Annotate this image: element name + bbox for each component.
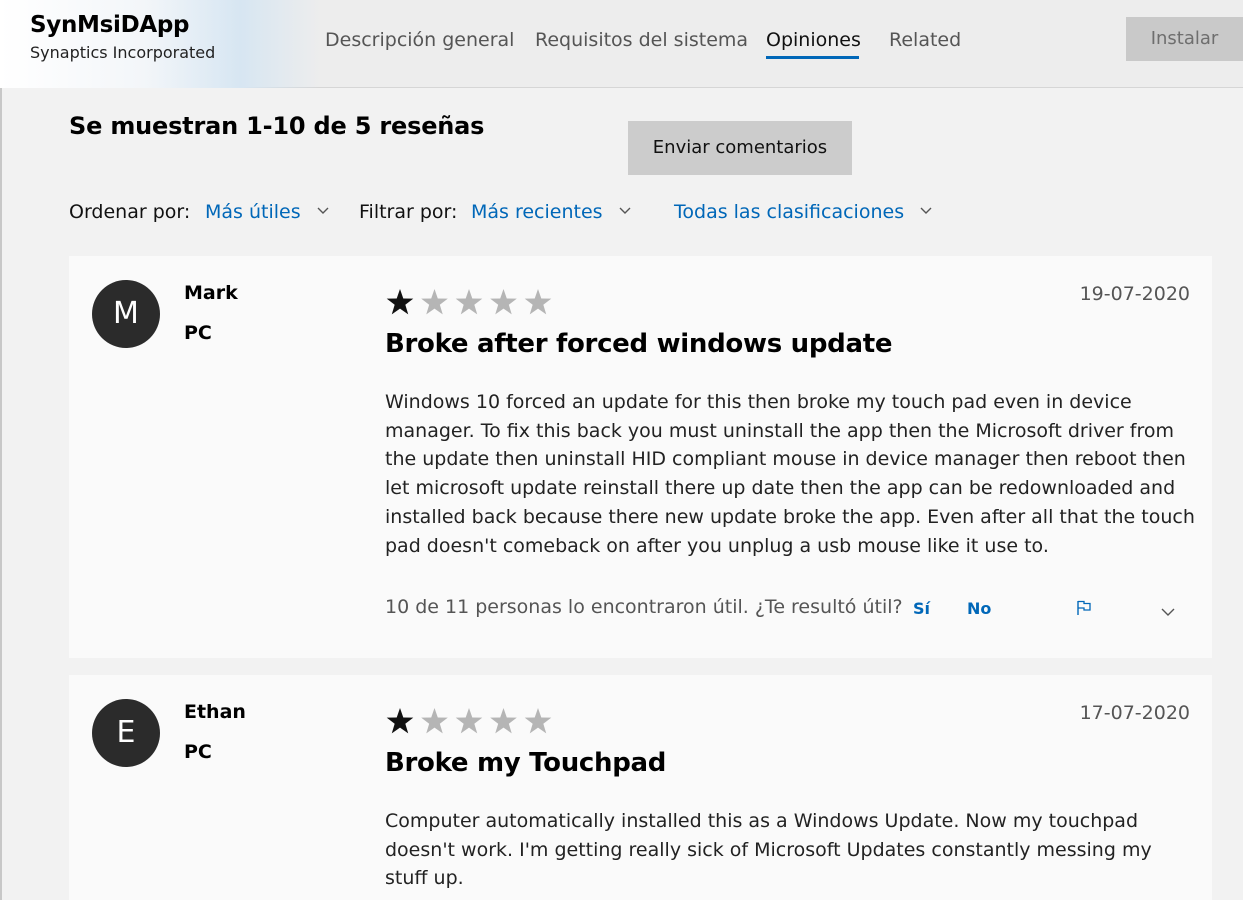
star-filled-icon xyxy=(386,289,414,315)
vote-no-button[interactable]: No xyxy=(967,599,991,618)
star-empty-icon xyxy=(490,289,517,315)
star-rating xyxy=(385,706,553,736)
star-empty-icon xyxy=(455,708,483,734)
tab-related[interactable]: Related xyxy=(889,29,961,51)
review-body: Computer automatically installed this as… xyxy=(385,810,1152,890)
install-button[interactable]: Instalar xyxy=(1126,17,1243,61)
chevron-down-icon xyxy=(619,207,631,215)
tab-overview[interactable]: Descripción general xyxy=(325,29,514,51)
window-edge xyxy=(0,88,2,900)
review-title: Broke after forced windows update xyxy=(385,329,893,359)
chevron-down-icon xyxy=(920,207,932,215)
star-empty-icon xyxy=(421,289,448,315)
helpful-row: 10 de 11 personas lo encontraron útil. ¿… xyxy=(385,596,1185,626)
filter-dropdown-value: Más recientes xyxy=(471,201,603,223)
tab-system-requirements[interactable]: Requisitos del sistema xyxy=(535,29,748,51)
review-date: 19-07-2020 xyxy=(1079,283,1190,305)
reviewer-device: PC xyxy=(184,322,212,344)
send-feedback-button[interactable]: Enviar comentarios xyxy=(628,121,852,175)
app-header: SynMsiDApp Synaptics Incorporated Descri… xyxy=(0,0,1243,88)
ratings-filter-dropdown[interactable]: Todas las clasificaciones xyxy=(674,201,932,223)
filter-label: Filtrar por: xyxy=(359,201,458,223)
star-empty-icon xyxy=(490,708,517,734)
ratings-filter-value: Todas las clasificaciones xyxy=(674,201,905,223)
review-title: Broke my Touchpad xyxy=(385,748,667,778)
reviewer-name: Ethan xyxy=(184,701,246,723)
star-rating xyxy=(385,287,553,317)
store-page: SynMsiDApp Synaptics Incorporated Descri… xyxy=(0,0,1243,900)
review-body: Windows 10 forced an update for this the… xyxy=(385,391,1195,557)
star-empty-icon xyxy=(524,289,552,315)
sort-dropdown[interactable]: Más útiles xyxy=(205,201,329,223)
publisher-name: Synaptics Incorporated xyxy=(30,43,216,62)
star-empty-icon xyxy=(421,708,448,734)
avatar: E xyxy=(92,699,160,767)
flag-icon[interactable] xyxy=(1075,599,1093,621)
reviewer-device: PC xyxy=(184,741,212,763)
filter-dropdown[interactable]: Más recientes xyxy=(471,201,631,223)
chevron-down-icon xyxy=(317,207,329,215)
review-date: 17-07-2020 xyxy=(1079,702,1190,724)
active-tab-indicator xyxy=(766,56,859,59)
review-card: M Mark PC 19-07-2020 Broke after forced … xyxy=(69,256,1212,658)
sort-label: Ordenar por: xyxy=(69,201,191,223)
reviews-heading: Se muestran 1-10 de 5 reseñas xyxy=(69,112,485,140)
avatar: M xyxy=(92,280,160,348)
star-empty-icon xyxy=(524,708,552,734)
star-filled-icon xyxy=(386,708,414,734)
star-empty-icon xyxy=(455,289,483,315)
tab-reviews[interactable]: Opiniones xyxy=(766,29,861,51)
helpful-text: 10 de 11 personas lo encontraron útil. ¿… xyxy=(385,596,903,618)
sort-dropdown-value: Más útiles xyxy=(205,201,301,223)
reviewer-name: Mark xyxy=(184,282,238,304)
review-card: E Ethan PC 17-07-2020 Broke my Touchpad … xyxy=(69,675,1212,900)
vote-yes-button[interactable]: Sí xyxy=(913,599,930,618)
app-title: SynMsiDApp xyxy=(30,12,190,38)
chevron-down-icon[interactable] xyxy=(1161,602,1175,621)
